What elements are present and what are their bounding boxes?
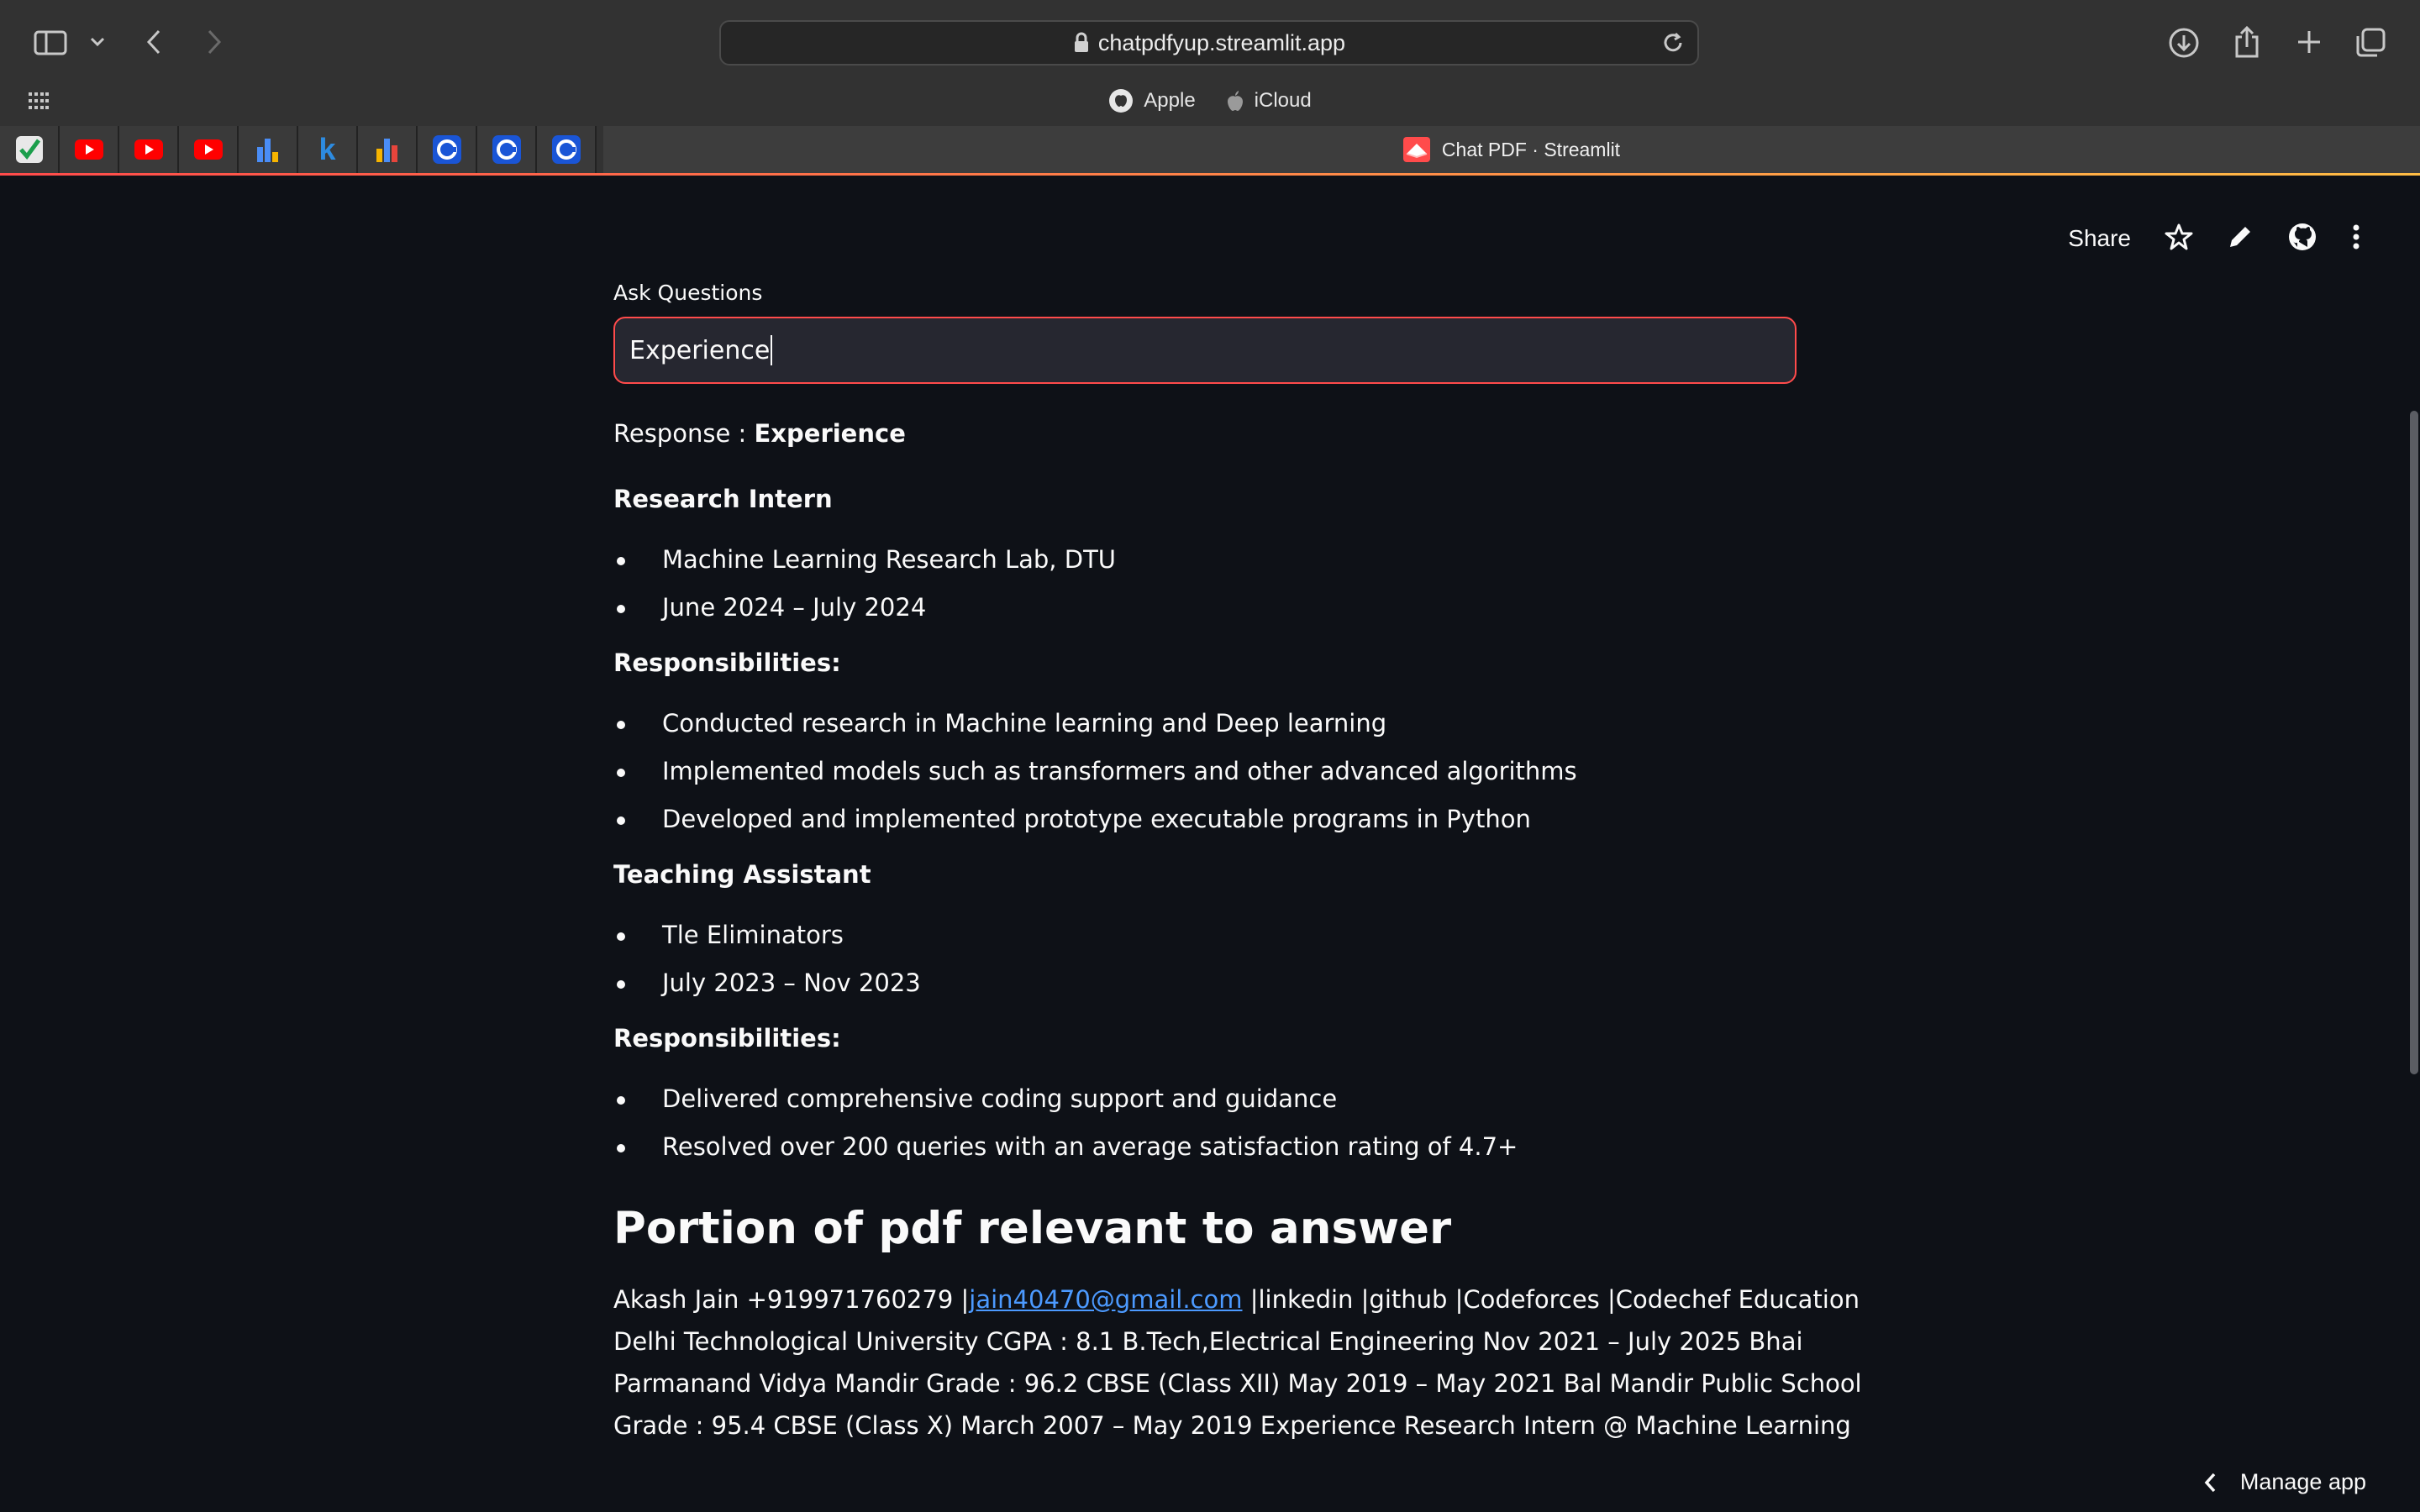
pinned-tab-analytics[interactable] <box>358 126 418 173</box>
pinned-tab-c[interactable] <box>537 126 597 173</box>
pinned-tabs: k <box>0 126 597 173</box>
job-title: Research Intern <box>613 485 833 513</box>
bar-chart-icon <box>256 139 278 162</box>
share-button[interactable]: Share <box>2068 225 2131 252</box>
url-text: chatpdfyup.streamlit.app <box>1097 29 1346 55</box>
c-logo-icon <box>551 135 581 164</box>
favorite-label: Apple <box>1144 89 1196 112</box>
pinned-tab-youtube[interactable] <box>60 126 119 173</box>
pinned-tab-c[interactable] <box>477 126 537 173</box>
list-item: Delivered comprehensive coding support a… <box>613 1081 1797 1116</box>
share-sheet-icon[interactable] <box>2230 24 2264 60</box>
pinned-tab-youtube[interactable] <box>119 126 179 173</box>
lock-icon <box>1074 32 1088 52</box>
list-item: Tle Eliminators <box>613 917 1797 953</box>
address-bar[interactable]: chatpdfyup.streamlit.app <box>719 20 1699 66</box>
pdf-line: Grade : 95.4 CBSE (Class X) March 2007 –… <box>613 1411 1851 1440</box>
github-icon[interactable] <box>2287 222 2317 256</box>
c-logo-icon <box>432 135 461 164</box>
edit-icon[interactable] <box>2227 223 2254 255</box>
k-logo-icon: k <box>318 132 336 166</box>
email-link[interactable]: jain40470@gmail.com <box>969 1285 1242 1314</box>
list-item: Implemented models such as transformers … <box>613 753 1797 789</box>
manage-app-label: Manage app <box>2239 1469 2366 1494</box>
tab-title: Chat PDF · Streamlit <box>1441 138 1621 160</box>
response-prefix: Response : <box>613 419 755 448</box>
c-logo-icon <box>492 135 521 164</box>
checkmark-icon <box>15 136 43 163</box>
sidebar-toggle-icon[interactable] <box>34 29 67 57</box>
chevron-left-icon <box>2204 1473 2216 1492</box>
input-label: Ask Questions <box>613 281 763 305</box>
pdf-text: |linkedin |github |Codeforces |Codechef … <box>1242 1285 1860 1314</box>
tab-bar: k Chat PDF · Streamlit <box>0 126 2420 173</box>
streamlit-logo-icon <box>1402 137 1430 162</box>
list-item: July 2023 – Nov 2023 <box>613 965 1797 1000</box>
response-line: Response : Experience <box>613 416 1797 451</box>
scrollbar-thumb[interactable] <box>2410 411 2418 1074</box>
browser-chrome: chatpdfyup.streamlit.app Apple iCloud k … <box>0 0 2420 176</box>
pdf-text: Akash Jain +919971760279 | <box>613 1285 970 1314</box>
question-input-value: Experience <box>629 335 771 365</box>
list-item: June 2024 – July 2024 <box>613 590 1797 625</box>
forward-icon[interactable] <box>202 27 227 57</box>
pdf-line: Parmanand Vidya Mandir Grade : 96.2 CBSE… <box>613 1369 1862 1398</box>
pinned-tab-checkmark[interactable] <box>0 126 60 173</box>
list-item: Developed and implemented prototype exec… <box>613 801 1797 837</box>
response-title: Experience <box>754 419 906 448</box>
chevron-down-icon[interactable] <box>87 32 108 52</box>
pinned-tab-analytics[interactable] <box>239 126 298 173</box>
new-tab-icon[interactable] <box>2292 25 2326 59</box>
pinned-tab-c[interactable] <box>418 126 477 173</box>
job-details-list: Tle Eliminators July 2023 – Nov 2023 <box>613 917 1797 1000</box>
active-tab[interactable]: Chat PDF · Streamlit <box>603 126 2420 173</box>
scrollbar[interactable] <box>2408 411 2420 1074</box>
tab-overview-icon[interactable] <box>2353 25 2388 60</box>
app-toolbar: Share <box>2068 215 2361 262</box>
favorite-label: iCloud <box>1254 89 1312 112</box>
favorites-bar: Apple iCloud <box>0 84 2420 118</box>
pinned-tab-k[interactable]: k <box>298 126 358 173</box>
youtube-icon <box>193 139 223 160</box>
list-item: Machine Learning Research Lab, DTU <box>613 542 1797 577</box>
text-caret <box>771 335 773 365</box>
pdf-line: Akash Jain +919971760279 |jain40470@gmai… <box>613 1278 1860 1320</box>
download-icon[interactable] <box>2166 25 2202 60</box>
bar-chart-icon <box>376 139 397 162</box>
main-content: Ask Questions Experience Response : Expe… <box>613 281 1862 1446</box>
apple-icon <box>1227 91 1243 111</box>
star-icon[interactable] <box>2165 223 2193 255</box>
apple-logo-icon <box>1109 89 1134 113</box>
list-item: Conducted research in Machine learning a… <box>613 706 1797 741</box>
pdf-section-heading: Portion of pdf relevant to answer <box>613 1203 1452 1254</box>
youtube-icon <box>134 139 163 160</box>
pdf-line: Delhi Technological University CGPA : 8.… <box>613 1327 1803 1356</box>
job-title: Teaching Assistant <box>613 860 871 889</box>
question-input[interactable]: Experience <box>613 317 1797 384</box>
responsibilities-list: Delivered comprehensive coding support a… <box>613 1081 1797 1164</box>
streamlit-app: Share Ask Questions Experience Response … <box>0 176 2420 1512</box>
favorite-apple[interactable]: Apple <box>1108 88 1196 113</box>
pinned-tab-youtube[interactable] <box>179 126 239 173</box>
list-item: Resolved over 200 queries with an averag… <box>613 1129 1797 1164</box>
responsibilities-heading: Responsibilities: <box>613 1024 841 1053</box>
reload-icon[interactable] <box>1660 30 1686 60</box>
youtube-icon <box>74 139 103 160</box>
manage-app-button[interactable]: Manage app <box>2203 1469 2366 1495</box>
responsibilities-heading: Responsibilities: <box>613 648 841 677</box>
back-icon[interactable] <box>141 27 166 57</box>
more-options-icon[interactable] <box>2351 223 2361 255</box>
responsibilities-list: Conducted research in Machine learning a… <box>613 706 1797 837</box>
pdf-excerpt: Akash Jain +919971760279 |jain40470@gmai… <box>613 1278 1862 1446</box>
favorite-icloud[interactable]: iCloud <box>1226 89 1312 113</box>
job-details-list: Machine Learning Research Lab, DTU June … <box>613 542 1797 625</box>
